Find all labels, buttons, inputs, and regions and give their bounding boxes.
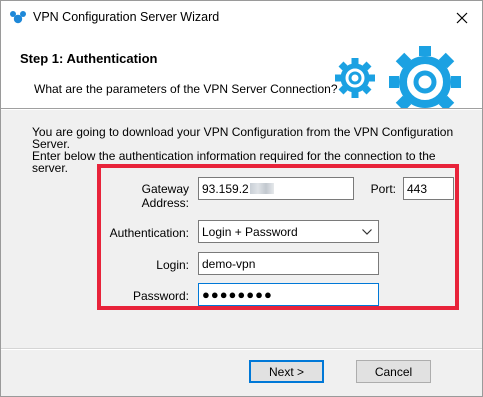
close-icon (456, 12, 468, 23)
gateway-label: Gateway Address: (141, 182, 189, 210)
password-input[interactable]: ●●●●●●●● (198, 283, 379, 306)
window-title: VPN Configuration Server Wizard (33, 10, 220, 24)
step-subtitle: What are the parameters of the VPN Serve… (34, 82, 338, 96)
port-input[interactable]: 443 (403, 177, 454, 200)
step-title: Step 1: Authentication (20, 51, 158, 66)
cancel-button[interactable]: Cancel (356, 360, 431, 383)
wizard-header: Step 1: Authentication What are the para… (1, 34, 482, 110)
password-value: ●●●●●●●● (202, 287, 273, 302)
redacted-mask (249, 183, 274, 194)
header-divider (1, 108, 482, 110)
gateway-address-value: 93.159.2 (202, 181, 249, 196)
authentication-select[interactable]: Login + Password (198, 220, 379, 243)
gears-icon (335, 46, 461, 110)
title-bar[interactable]: VPN Configuration Server Wizard (1, 1, 482, 34)
login-input[interactable]: demo-vpn (198, 252, 379, 275)
authentication-value: Login + Password (202, 224, 298, 239)
port-value: 443 (407, 181, 428, 196)
port-label: Port: (370, 182, 396, 196)
login-label: Login: (156, 258, 189, 272)
gateway-address-input[interactable]: 93.159.2 (198, 177, 354, 200)
app-logo-icon (10, 11, 26, 24)
description-line-1: You are going to download your VPN Confi… (32, 125, 454, 151)
chevron-down-icon (362, 228, 372, 235)
next-button[interactable]: Next > (249, 360, 324, 383)
password-label: Password: (132, 289, 189, 303)
button-divider (1, 348, 482, 350)
close-button[interactable] (442, 1, 482, 34)
authentication-label: Authentication: (109, 226, 189, 240)
login-value: demo-vpn (202, 256, 256, 271)
wizard-window: VPN Configuration Server Wizard Step 1: … (0, 0, 483, 397)
